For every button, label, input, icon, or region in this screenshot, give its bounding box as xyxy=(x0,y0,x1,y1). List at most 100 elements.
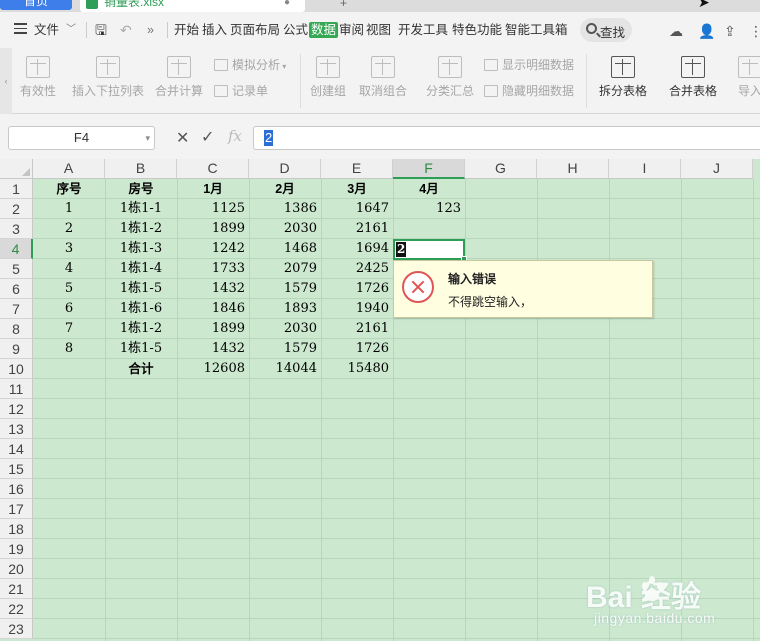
data-cell[interactable]: 5 xyxy=(33,279,105,299)
menu-file[interactable]: 文件 xyxy=(34,22,59,38)
data-cell[interactable]: 6 xyxy=(33,299,105,319)
row-header-3[interactable]: 3 xyxy=(0,219,33,239)
data-cell[interactable]: 1579 xyxy=(249,279,321,299)
sheet-grid[interactable]: A B C D E F G H I J 1 2 3 4 5 6 7 8 9 10 11 12 13 14 15 16 17 18 19 2… xyxy=(0,159,760,641)
split-table-button[interactable]: 拆分表格 xyxy=(592,48,654,114)
data-cell[interactable]: 4 xyxy=(33,259,105,279)
new-tab-button[interactable]: + xyxy=(340,0,352,10)
row-header-4[interactable]: 4 xyxy=(0,239,33,259)
data-cell[interactable]: 1 xyxy=(33,199,105,219)
column-header-i[interactable]: I xyxy=(609,159,681,179)
row-header-17[interactable]: 17 xyxy=(0,499,33,519)
row-header-14[interactable]: 14 xyxy=(0,439,33,459)
name-box[interactable]: F4 ▾ xyxy=(8,126,155,150)
row-header-5[interactable]: 5 xyxy=(0,259,33,279)
row-header-11[interactable]: 11 xyxy=(0,379,33,399)
header-cell[interactable]: 3月 xyxy=(321,179,393,199)
menu-view[interactable]: 视图 xyxy=(366,22,391,38)
room-cell[interactable]: 1栋1-4 xyxy=(105,259,177,279)
row-header-12[interactable]: 12 xyxy=(0,399,33,419)
more-options-icon[interactable]: ⋮ xyxy=(749,23,760,40)
header-cell[interactable]: 房号 xyxy=(105,179,177,199)
row-header-6[interactable]: 6 xyxy=(0,279,33,299)
column-header-a[interactable]: A xyxy=(33,159,105,179)
row-header-16[interactable]: 16 xyxy=(0,479,33,499)
column-header-e[interactable]: E xyxy=(321,159,393,179)
data-cell[interactable]: 1579 xyxy=(249,339,321,359)
menu-start[interactable]: 开始 xyxy=(174,22,199,38)
record-form-button[interactable]: 记录单 xyxy=(214,82,268,99)
data-cell[interactable]: 1899 xyxy=(177,219,249,239)
menu-data[interactable]: 数据 xyxy=(309,22,339,38)
data-cell[interactable]: 1726 xyxy=(321,279,393,299)
menu-review[interactable]: 审阅 xyxy=(339,22,364,38)
menu-insert[interactable]: 插入 xyxy=(202,22,227,38)
row-header-22[interactable]: 22 xyxy=(0,599,33,619)
function-icon[interactable]: fx xyxy=(228,127,242,145)
data-cell[interactable]: 2161 xyxy=(321,319,393,339)
create-group-button[interactable]: 创建组 xyxy=(306,48,350,114)
close-tab-icon[interactable]: ● xyxy=(284,0,290,8)
data-cell[interactable]: 2079 xyxy=(249,259,321,279)
data-cell[interactable]: 3 xyxy=(33,239,105,259)
share-icon[interactable]: ⇪ xyxy=(724,23,736,40)
data-cell[interactable]: 1432 xyxy=(177,279,249,299)
user-add-icon[interactable]: 👤 xyxy=(698,23,715,40)
tab-home[interactable]: 首页 xyxy=(0,0,72,10)
formula-input[interactable]: 2 xyxy=(253,126,760,150)
data-cell[interactable]: 1432 xyxy=(177,339,249,359)
room-cell[interactable]: 1栋1-2 xyxy=(105,219,177,239)
column-header-f[interactable]: F xyxy=(393,159,465,179)
cancel-icon[interactable]: ✕ xyxy=(176,128,189,148)
header-cell[interactable]: 4月 xyxy=(393,179,465,199)
row-header-20[interactable]: 20 xyxy=(0,559,33,579)
row-header-10[interactable]: 10 xyxy=(0,359,33,379)
show-detail-button[interactable]: 显示明细数据 xyxy=(484,56,574,73)
data-cell[interactable]: 1242 xyxy=(177,239,249,259)
data-cell[interactable]: 1386 xyxy=(249,199,321,219)
hamburger-icon[interactable] xyxy=(14,23,27,34)
consolidate-button[interactable]: 合并计算 xyxy=(153,48,205,114)
save-icon[interactable]: 🖫 xyxy=(95,22,107,38)
data-cell[interactable]: 2 xyxy=(33,219,105,239)
column-header-g[interactable]: G xyxy=(465,159,537,179)
total-label-cell[interactable]: 合计 xyxy=(105,359,177,379)
active-cell-f4[interactable]: 2 xyxy=(393,239,467,262)
row-header-18[interactable]: 18 xyxy=(0,519,33,539)
row-header-7[interactable]: 7 xyxy=(0,299,33,319)
menu-smart-toolbox[interactable]: 智能工具箱 xyxy=(505,22,568,38)
data-cell[interactable]: 1846 xyxy=(177,299,249,319)
column-header-h[interactable]: H xyxy=(537,159,609,179)
column-header-c[interactable]: C xyxy=(177,159,249,179)
undo-icon[interactable]: ↶ xyxy=(120,22,132,38)
header-cell[interactable]: 序号 xyxy=(33,179,105,199)
data-cell[interactable]: 2425 xyxy=(321,259,393,279)
header-cell[interactable]: 2月 xyxy=(249,179,321,199)
data-cell[interactable]: 7 xyxy=(33,319,105,339)
insert-dropdown-button[interactable]: 插入下拉列表 xyxy=(70,48,146,114)
menu-page-layout[interactable]: 页面布局 xyxy=(230,22,280,38)
menu-developer[interactable]: 开发工具 xyxy=(398,22,448,38)
data-cell[interactable]: 1647 xyxy=(321,199,393,219)
row-header-2[interactable]: 2 xyxy=(0,199,33,219)
hide-detail-button[interactable]: 隐藏明细数据 xyxy=(484,82,574,99)
row-header-13[interactable]: 13 xyxy=(0,419,33,439)
tab-file[interactable]: 销量表.xlsx ● xyxy=(80,0,305,12)
data-cell[interactable]: 2030 xyxy=(249,219,321,239)
validity-button[interactable]: 有效性 xyxy=(13,48,63,114)
data-cell[interactable]: 8 xyxy=(33,339,105,359)
total-cell[interactable]: 14044 xyxy=(249,359,321,379)
column-header-d[interactable]: D xyxy=(249,159,321,179)
ungroup-button[interactable]: 取消组合 xyxy=(355,48,411,114)
select-all-corner[interactable] xyxy=(0,159,33,179)
row-header-19[interactable]: 19 xyxy=(0,539,33,559)
confirm-icon[interactable]: ✓ xyxy=(201,127,214,147)
chevron-down-icon[interactable]: ▾ xyxy=(145,127,150,149)
import-button[interactable]: 导入 xyxy=(730,48,760,114)
data-cell[interactable]: 1733 xyxy=(177,259,249,279)
total-cell[interactable]: 15480 xyxy=(321,359,393,379)
room-cell[interactable]: 1栋1-5 xyxy=(105,339,177,359)
chevron-down-icon[interactable]: ﹀ xyxy=(66,22,76,38)
merge-table-button[interactable]: 合并表格 xyxy=(662,48,724,114)
simulate-button[interactable]: 模拟分析 ▾ xyxy=(214,56,286,73)
